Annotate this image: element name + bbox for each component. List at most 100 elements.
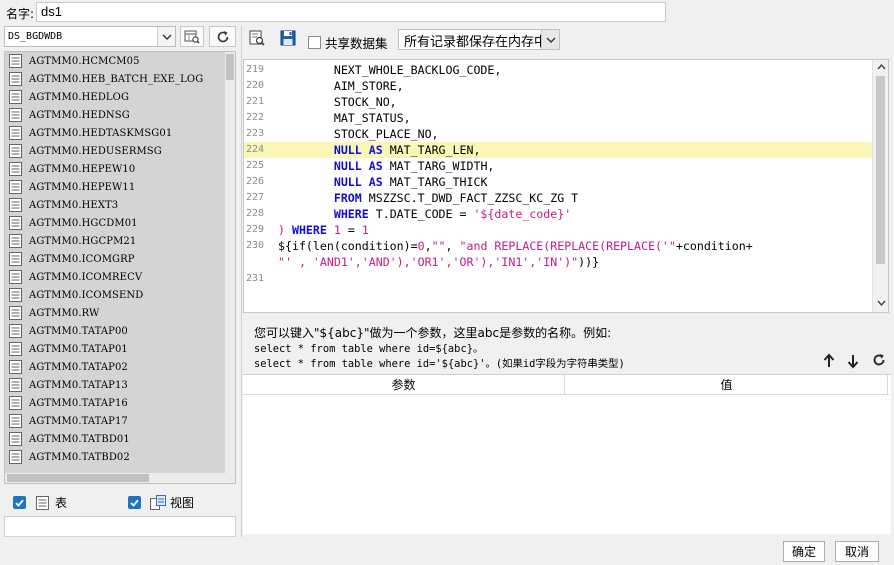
- table-list-item[interactable]: AGTMM0.TATAP02: [5, 358, 235, 376]
- table-list-item[interactable]: AGTMM0.TATAP17: [5, 412, 235, 430]
- table-list-item[interactable]: AGTMM0.HCMCM05: [5, 52, 235, 70]
- table-icon: [9, 108, 22, 122]
- move-down-button[interactable]: [846, 353, 862, 371]
- code-line: 223 STOCK_PLACE_NO,: [244, 126, 874, 142]
- code-line: 226 NULL AS MAT_TARG_THICK: [244, 174, 874, 190]
- table-list-item[interactable]: AGTMM0.TATAP16: [5, 394, 235, 412]
- table-list-item[interactable]: AGTMM0.TATAP00: [5, 322, 235, 340]
- code-text: WHERE T.DATE_CODE = '${date_code}': [333, 207, 572, 221]
- code-line: 230 ${if(len(condition)=0,"", "and REPLAC…: [244, 238, 874, 254]
- move-up-button[interactable]: [822, 353, 838, 371]
- code-line: 221 STOCK_NO,: [244, 94, 874, 110]
- line-number: 225: [246, 160, 265, 171]
- table-search-field[interactable]: [4, 516, 236, 537]
- scrollbar-thumb[interactable]: [226, 54, 234, 80]
- filter-table-checkbox[interactable]: 表: [13, 494, 67, 511]
- table-list-item[interactable]: AGTMM0.ICOMSEND: [5, 286, 235, 304]
- table-list-item[interactable]: AGTMM0.TATAP01: [5, 340, 235, 358]
- parameter-actions: [820, 351, 892, 373]
- memory-mode-select[interactable]: 所有记录都保存在内存中: [398, 29, 560, 50]
- table-name: AGTMM0.HCMCM05: [29, 55, 140, 67]
- column-header-value[interactable]: 值: [566, 375, 888, 395]
- table-list-horizontal-scrollbar[interactable]: [5, 473, 226, 483]
- code-line: 220 AIM_STORE,: [244, 78, 874, 94]
- table-name: AGTMM0.HEB_BATCH_EXE_LOG: [29, 73, 204, 85]
- table-list-item[interactable]: AGTMM0.HEDLOG: [5, 88, 235, 106]
- save-query-button[interactable]: [280, 30, 298, 48]
- ok-button[interactable]: 确定: [783, 541, 825, 562]
- table-icon: [9, 162, 22, 176]
- table-browser-panel: DS_BGDWDB AGTMM0.HCMCM05 AGTMM0.HEB_BATCH…: [4, 26, 236, 537]
- code-text: AIM_STORE,: [278, 79, 404, 93]
- sql-panel: 共享数据集 所有记录都保存在内存中 219 NEXT_WHOLE_BACKLOG…: [241, 26, 893, 537]
- scroll-up-icon[interactable]: [876, 62, 886, 72]
- table-list-vertical-scrollbar[interactable]: [225, 52, 235, 483]
- table-icon: [9, 414, 22, 428]
- chevron-down-icon[interactable]: [157, 27, 175, 46]
- chevron-down-icon[interactable]: [541, 30, 559, 49]
- table-list-item[interactable]: AGTMM0.HEPEW11: [5, 178, 235, 196]
- sql-editor[interactable]: 219 NEXT_WHOLE_BACKLOG_CODE, 220 AIM_STOR…: [243, 59, 889, 313]
- table-list-item[interactable]: AGTMM0.HEPEW10: [5, 160, 235, 178]
- table-list-item[interactable]: AGTMM0.HEDTASKMSG01: [5, 124, 235, 142]
- table-icon: [9, 198, 22, 212]
- table-icon: [9, 90, 22, 104]
- table-list-item[interactable]: AGTMM0.HGCDM01: [5, 214, 235, 232]
- parameter-table-header: 参数 值: [243, 375, 889, 395]
- table-icon: [9, 432, 22, 446]
- table-list-item[interactable]: AGTMM0.HGCPM21: [5, 232, 235, 250]
- table-icon: [9, 324, 22, 338]
- column-header-param[interactable]: 参数: [243, 375, 565, 395]
- checkbox-checked-icon[interactable]: [128, 496, 141, 509]
- code-line: 227 FROM MSZZSC.T_DWD_FACT_ZZSC_KC_ZG T: [244, 190, 874, 206]
- table-icon: [9, 378, 22, 392]
- arrow-up-icon: [823, 353, 835, 367]
- table-icon: [36, 495, 49, 510]
- datasource-select[interactable]: DS_BGDWDB: [4, 26, 176, 47]
- table-list-item[interactable]: AGTMM0.TATBD01: [5, 430, 235, 448]
- table-list[interactable]: AGTMM0.HCMCM05 AGTMM0.HEB_BATCH_EXE_LOG AG…: [4, 51, 236, 484]
- table-list-item[interactable]: AGTMM0.HEB_BATCH_EXE_LOG: [5, 70, 235, 88]
- table-name: AGTMM0.HEDTASKMSG01: [29, 127, 173, 139]
- line-number: 230: [246, 240, 265, 251]
- parameter-table[interactable]: 参数 值: [243, 374, 891, 534]
- code-text: NULL AS MAT_TARG_WIDTH,: [333, 159, 495, 173]
- table-name: AGTMM0.HEPEW11: [29, 181, 136, 193]
- datasource-select-value: DS_BGDWDB: [8, 31, 63, 42]
- save-icon: [280, 30, 296, 46]
- table-list-item[interactable]: AGTMM0.HEDUSERMSG: [5, 142, 235, 160]
- code-line: 229) WHERE 1 = 1: [244, 222, 874, 238]
- checkbox-checked-icon[interactable]: [13, 496, 26, 509]
- checkbox-unchecked-icon[interactable]: [308, 36, 321, 49]
- share-dataset-checkbox[interactable]: 共享数据集: [308, 33, 388, 52]
- dataset-name-input[interactable]: ds1: [36, 2, 666, 22]
- filter-row: 表 视图: [4, 486, 236, 516]
- refresh-tables-button[interactable]: [209, 26, 236, 47]
- table-list-item[interactable]: AGTMM0.TATAP13: [5, 376, 235, 394]
- sql-toolbar: 共享数据集 所有记录都保存在内存中: [242, 26, 894, 54]
- table-list-item[interactable]: AGTMM0.HEDNSG: [5, 106, 235, 124]
- refresh-params-button[interactable]: [872, 353, 888, 371]
- line-number: 226: [246, 176, 265, 187]
- table-list-item[interactable]: AGTMM0.ICOMRECV: [5, 268, 235, 286]
- table-list-item[interactable]: AGTMM0.TATBD02: [5, 448, 235, 466]
- editor-vertical-scrollbar[interactable]: [872, 60, 888, 312]
- table-name: AGTMM0.ICOMSEND: [29, 289, 144, 301]
- preview-connection-button[interactable]: [180, 26, 204, 47]
- table-name: AGTMM0.RW: [29, 307, 100, 319]
- scrollbar-thumb[interactable]: [876, 76, 885, 264]
- table-list-item[interactable]: AGTMM0.ICOMGRP: [5, 250, 235, 268]
- table-list-item[interactable]: AGTMM0.HEXT3: [5, 196, 235, 214]
- preview-button[interactable]: [249, 30, 267, 48]
- table-icon: [9, 144, 22, 158]
- scroll-down-icon[interactable]: [876, 298, 886, 308]
- table-icon: [9, 72, 22, 86]
- line-number: 222: [246, 112, 265, 123]
- filter-view-checkbox[interactable]: 视图: [128, 494, 194, 511]
- code-text: ${if(len(condition)=0,"", "and REPLACE(R…: [278, 239, 753, 253]
- scrollbar-thumb[interactable]: [7, 474, 149, 482]
- table-list-item[interactable]: AGTMM0.RW: [5, 304, 235, 322]
- share-dataset-label: 共享数据集: [325, 36, 388, 51]
- arrow-down-icon: [847, 355, 859, 369]
- cancel-button[interactable]: 取消: [835, 541, 879, 562]
